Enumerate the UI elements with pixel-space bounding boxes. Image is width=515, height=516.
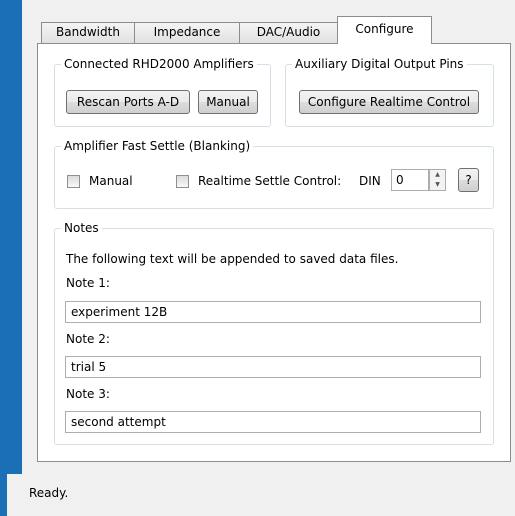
tab-bandwidth[interactable]: Bandwidth [41,22,135,43]
manual-amplifiers-button[interactable]: Manual [198,90,258,114]
note1-input[interactable] [65,301,481,323]
rescan-ports-button[interactable]: Rescan Ports A-D [66,90,190,114]
din-spin-buttons[interactable]: ▲ ▼ [429,169,446,191]
connected-amplifiers-title: Connected RHD2000 Amplifiers [61,57,257,71]
note3-label: Note 3: [66,387,110,401]
status-text: Ready. [29,486,69,500]
din-label: DIN [359,174,381,188]
auxiliary-output-title: Auxiliary Digital Output Pins [292,57,467,71]
fast-settle-group: Amplifier Fast Settle (Blanking) Manual … [54,139,494,209]
help-button[interactable]: ? [458,168,479,192]
spin-up-icon[interactable]: ▲ [430,170,445,180]
note2-label: Note 2: [66,332,110,346]
notes-title: Notes [61,221,102,235]
connected-amplifiers-group: Connected RHD2000 Amplifiers Rescan Port… [54,57,271,127]
window-frame-bottom [0,474,7,516]
window-frame [0,0,22,474]
tab-impedance[interactable]: Impedance [134,22,240,43]
note2-input[interactable] [65,356,481,378]
note3-input[interactable] [65,411,481,433]
realtime-settle-label: Realtime Settle Control: [198,174,342,188]
spin-down-icon[interactable]: ▼ [430,180,445,190]
note1-label: Note 1: [66,276,110,290]
auxiliary-output-group: Auxiliary Digital Output Pins Configure … [285,57,494,127]
notes-group: Notes The following text will be appende… [54,221,494,445]
manual-settle-checkbox[interactable] [67,175,80,188]
configure-tab-panel: Connected RHD2000 Amplifiers Rescan Port… [37,43,511,462]
realtime-settle-checkbox[interactable] [176,175,189,188]
din-spinbox[interactable]: 0 [391,169,429,191]
tab-configure[interactable]: Configure [337,16,432,44]
notes-description: The following text will be appended to s… [66,252,399,266]
status-bar: Ready. [7,474,515,516]
tab-dac-audio[interactable]: DAC/Audio [239,22,338,43]
configure-realtime-control-button[interactable]: Configure Realtime Control [299,90,479,114]
manual-settle-label: Manual [89,174,133,188]
fast-settle-title: Amplifier Fast Settle (Blanking) [61,139,254,153]
